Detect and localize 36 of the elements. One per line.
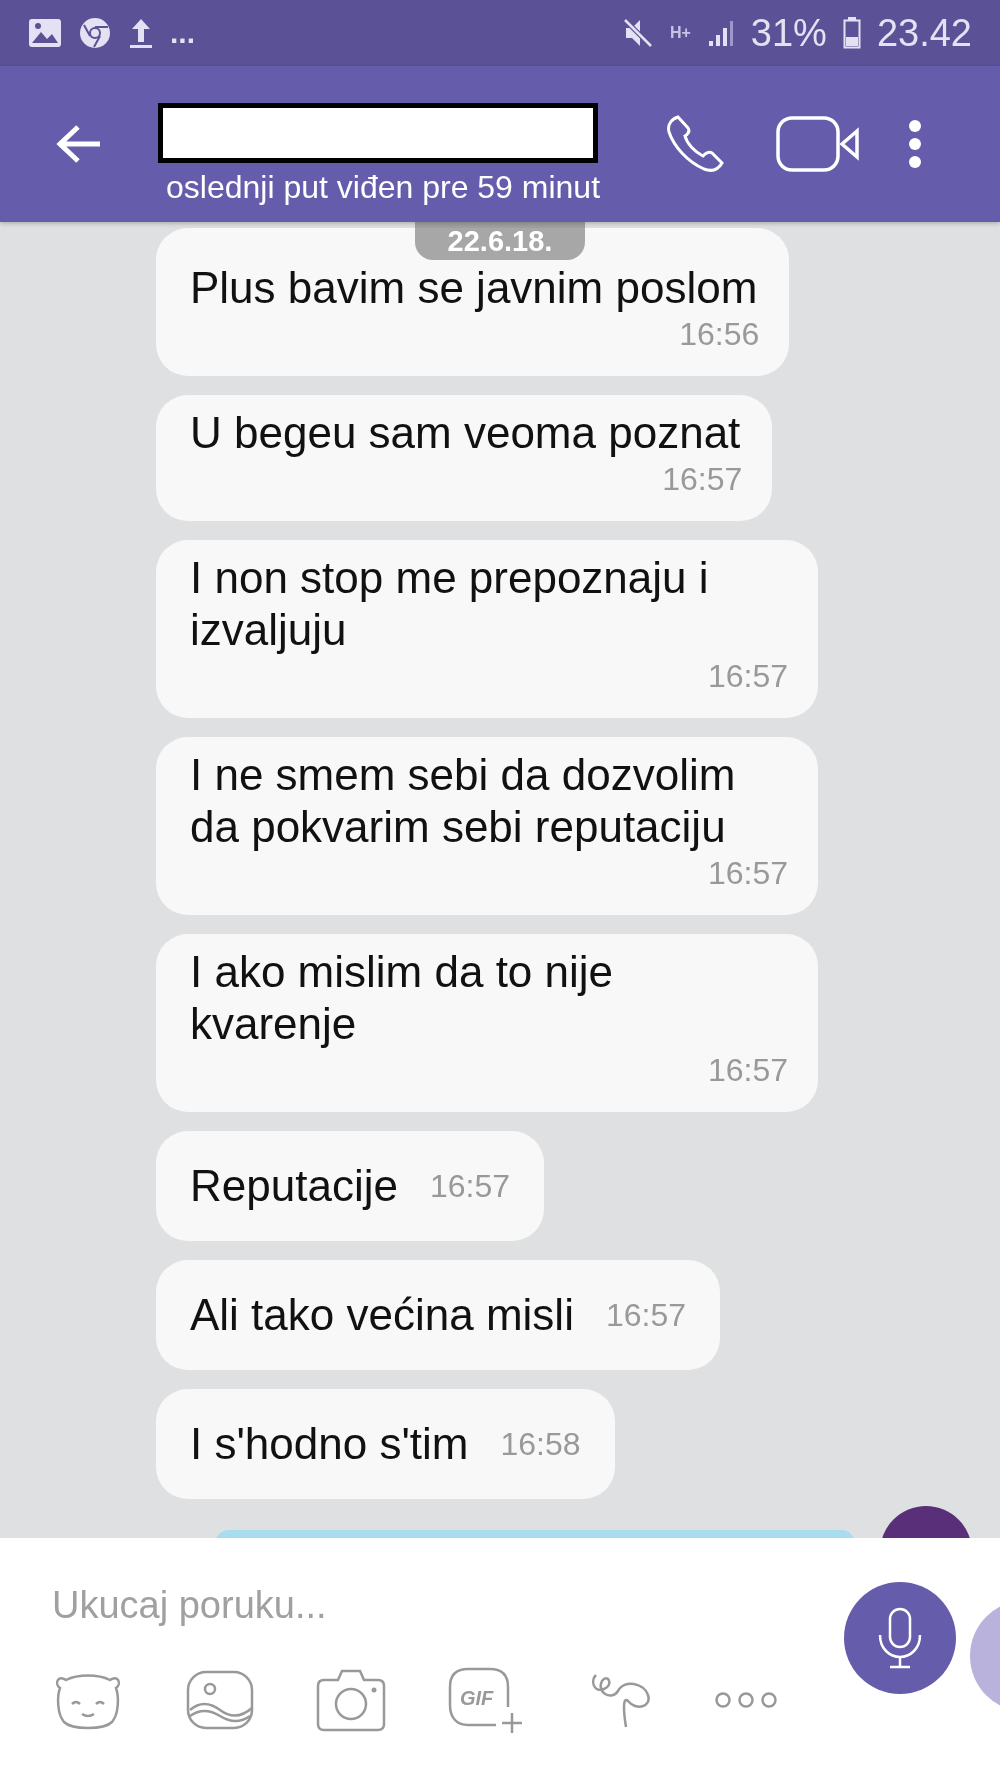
message-time: 16:57 <box>429 1167 510 1205</box>
more-icon[interactable] <box>714 1690 778 1709</box>
mute-icon <box>621 16 654 50</box>
camera-icon[interactable] <box>316 1667 386 1732</box>
message-text: I ne smem sebi da dozvolim da pokvarim sebi reputaciju <box>190 749 737 853</box>
signal-icon <box>706 19 735 47</box>
menu-icon[interactable] <box>908 119 922 169</box>
back-icon[interactable] <box>56 124 102 164</box>
network-type: H+ <box>669 24 691 42</box>
message-time: 16:56 <box>679 315 760 354</box>
message-text: I ako mislim da to nije kvarenje <box>190 946 615 1050</box>
message-input[interactable]: Ukucaj poruku... <box>52 1583 612 1627</box>
phone-icon[interactable] <box>666 114 724 174</box>
image-icon <box>28 18 62 48</box>
browser-icon <box>78 16 112 50</box>
message-text: I non stop me prepoznaju i izvaljuju <box>190 552 710 656</box>
message-time: 16:57 <box>605 1296 686 1334</box>
message-text: Ali tako većina misli <box>190 1289 574 1341</box>
message-text: U begeu sam veoma poznat <box>190 407 742 459</box>
message-text: Plus bavim se javnim poslom <box>190 262 759 314</box>
message-time: 16:58 <box>500 1425 581 1463</box>
message-time: 16:57 <box>662 460 743 499</box>
clock: 23.42 <box>876 11 972 55</box>
message-time: 16:57 <box>707 657 788 696</box>
video-call-icon[interactable] <box>776 116 860 172</box>
gallery-icon[interactable] <box>186 1669 254 1730</box>
message-time: 16:57 <box>707 1051 788 1090</box>
battery-percent: 31% <box>750 11 827 55</box>
message-text: I s'hodno s'tim <box>190 1418 469 1470</box>
last-seen-text: oslednji put viđen pre 59 minut <box>166 168 601 206</box>
message-time: 16:57 <box>707 854 788 893</box>
battery-icon <box>842 17 861 49</box>
date-badge: 22.6.18. <box>415 222 585 260</box>
microphone-icon <box>876 1607 924 1669</box>
more-notifications: ... <box>170 16 195 50</box>
message-text: Reputacije <box>190 1160 398 1212</box>
